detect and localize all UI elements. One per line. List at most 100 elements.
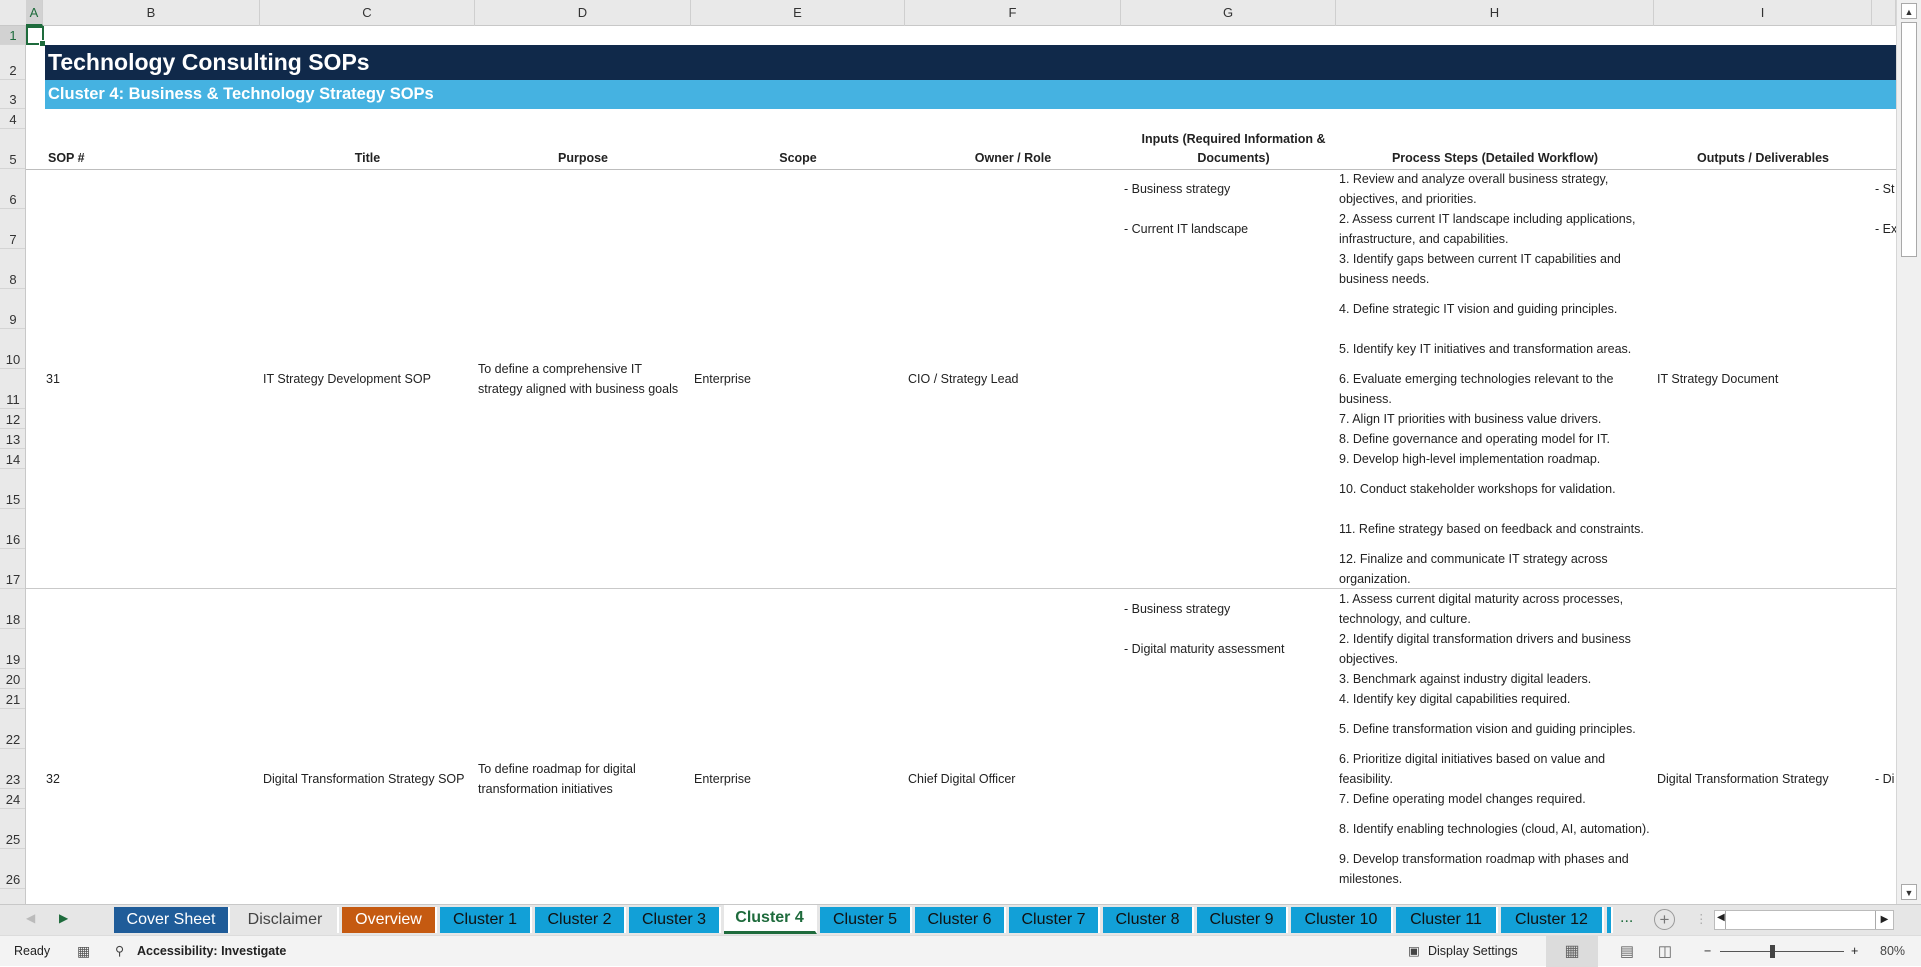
- sop-number-cell[interactable]: 31: [43, 169, 260, 588]
- row-header-18[interactable]: 18: [0, 589, 25, 629]
- process-step[interactable]: 7. Align IT priorities with business val…: [1336, 409, 1654, 429]
- input-item[interactable]: - Digital maturity assessment: [1121, 629, 1336, 669]
- column-j-cell[interactable]: - St: [1872, 169, 1896, 209]
- column-header-e[interactable]: E: [691, 0, 905, 26]
- sheet-tab-disclaimer[interactable]: Disclaimer: [233, 907, 339, 933]
- process-step[interactable]: 9. Develop transformation roadmap with p…: [1336, 849, 1654, 889]
- splitter-handle[interactable]: ⋮: [1695, 911, 1708, 926]
- row-header-13[interactable]: 13: [0, 429, 25, 449]
- worksheet-grid[interactable]: Technology Consulting SOPs Cluster 4: Bu…: [26, 26, 1896, 904]
- row-header-21[interactable]: 21: [0, 689, 25, 709]
- zoom-slider[interactable]: [1720, 945, 1844, 958]
- process-step[interactable]: 5. Define transformation vision and guid…: [1336, 709, 1654, 749]
- sheet-tab-overview[interactable]: Overview: [342, 907, 437, 933]
- hscroll-left-icon[interactable]: ◀: [1717, 912, 1725, 923]
- process-step[interactable]: 6. Prioritize digital initiatives based …: [1336, 749, 1654, 789]
- row-header-23[interactable]: 23: [0, 749, 25, 789]
- process-step[interactable]: 7. Define operating model changes requir…: [1336, 789, 1654, 809]
- zoom-in-button[interactable]: +: [1851, 936, 1858, 967]
- process-step[interactable]: 3. Benchmark against industry digital le…: [1336, 669, 1654, 689]
- owner-cell[interactable]: CIO / Strategy Lead: [905, 169, 1121, 588]
- row-header-26[interactable]: 26: [0, 849, 25, 889]
- title-cell[interactable]: IT Strategy Development SOP: [260, 169, 475, 588]
- zoom-slider-thumb[interactable]: [1770, 945, 1775, 958]
- process-step[interactable]: 12. Finalize and communicate IT strategy…: [1336, 549, 1654, 588]
- row-header-6[interactable]: 6: [0, 169, 25, 209]
- column-header-f[interactable]: F: [905, 0, 1121, 26]
- process-step[interactable]: 8. Identify enabling technologies (cloud…: [1336, 809, 1654, 849]
- hscroll-right-icon[interactable]: ▶: [1875, 911, 1893, 929]
- sheet-tab-cluster-1[interactable]: Cluster 1: [440, 907, 532, 933]
- input-item[interactable]: - Business strategy: [1121, 589, 1336, 629]
- outputs-cell[interactable]: Digital Transformation Strategy: [1654, 589, 1872, 904]
- column-header-c[interactable]: C: [260, 0, 475, 26]
- horizontal-scrollbar[interactable]: ◀ ▶: [1714, 910, 1894, 930]
- normal-view-icon[interactable]: ▦: [1546, 936, 1598, 967]
- sheet-tab-cover-sheet[interactable]: Cover Sheet: [114, 907, 230, 933]
- zoom-level[interactable]: 80%: [1880, 936, 1905, 967]
- process-step[interactable]: 1. Assess current digital maturity acros…: [1336, 589, 1654, 629]
- scope-cell[interactable]: Enterprise: [691, 589, 905, 904]
- row-header-17[interactable]: 17: [0, 549, 25, 589]
- sheet-tab-cluster-4[interactable]: Cluster 4: [724, 905, 817, 934]
- column-j-cell[interactable]: - Di: [1872, 589, 1896, 904]
- purpose-cell[interactable]: To define roadmap for digital transforma…: [475, 589, 691, 904]
- add-sheet-icon[interactable]: +: [1654, 909, 1675, 930]
- row-header-19[interactable]: 19: [0, 629, 25, 669]
- process-step[interactable]: 2. Identify digital transformation drive…: [1336, 629, 1654, 669]
- page-layout-view-icon[interactable]: ▤: [1612, 936, 1642, 967]
- column-header-a[interactable]: A: [26, 0, 43, 26]
- column-header-d[interactable]: D: [475, 0, 691, 26]
- row-header-8[interactable]: 8: [0, 249, 25, 289]
- row-header-9[interactable]: 9: [0, 289, 25, 329]
- sheet-tab-cluster-2[interactable]: Cluster 2: [535, 907, 626, 933]
- accessibility-status[interactable]: Accessibility: Investigate: [137, 936, 286, 967]
- vertical-scrollbar[interactable]: ▲ ▼: [1896, 0, 1921, 904]
- row-header-15[interactable]: 15: [0, 469, 25, 509]
- process-step[interactable]: 5. Identify key IT initiatives and trans…: [1336, 329, 1654, 369]
- row-header-5[interactable]: 5: [0, 129, 25, 169]
- process-step[interactable]: 1. Review and analyze overall business s…: [1336, 169, 1654, 209]
- sop-number-cell[interactable]: 32: [43, 589, 260, 904]
- column-header-i[interactable]: I: [1654, 0, 1872, 26]
- scope-cell[interactable]: Enterprise: [691, 169, 905, 588]
- tab-scroll-left-icon[interactable]: ◀: [26, 911, 35, 925]
- title-cell[interactable]: Digital Transformation Strategy SOP: [260, 589, 475, 904]
- sheet-tab-cluster-3[interactable]: Cluster 3: [629, 907, 721, 933]
- row-header-25[interactable]: 25: [0, 809, 25, 849]
- input-item[interactable]: - Business strategy: [1121, 169, 1336, 209]
- sheet-tab-cluster-10[interactable]: Cluster 10: [1291, 907, 1393, 933]
- row-header-12[interactable]: 12: [0, 409, 25, 429]
- sheet-tab-cluster-8[interactable]: Cluster 8: [1103, 907, 1194, 933]
- macro-record-icon[interactable]: ▦: [77, 936, 90, 967]
- process-step[interactable]: 6. Evaluate emerging technologies releva…: [1336, 369, 1654, 409]
- row-header-16[interactable]: 16: [0, 509, 25, 549]
- tab-scroll-right-icon[interactable]: ▶: [59, 911, 68, 925]
- sheet-tab-cluster-9[interactable]: Cluster 9: [1197, 907, 1288, 933]
- column-header-b[interactable]: B: [43, 0, 260, 26]
- row-header-10[interactable]: 10: [0, 329, 25, 369]
- process-step[interactable]: 4. Define strategic IT vision and guidin…: [1336, 289, 1654, 329]
- sheet-tab-cluster-7[interactable]: Cluster 7: [1009, 907, 1100, 933]
- process-step[interactable]: 11. Refine strategy based on feedback an…: [1336, 509, 1654, 549]
- row-header-14[interactable]: 14: [0, 449, 25, 469]
- row-header-11[interactable]: 11: [0, 369, 25, 409]
- process-step[interactable]: 3. Identify gaps between current IT capa…: [1336, 249, 1654, 289]
- outputs-cell[interactable]: IT Strategy Document: [1654, 169, 1872, 588]
- column-header-j[interactable]: [1872, 0, 1896, 26]
- process-step[interactable]: 4. Identify key digital capabilities req…: [1336, 689, 1654, 709]
- sheet-tab-cluster-5[interactable]: Cluster 5: [820, 907, 912, 933]
- process-step[interactable]: 9. Develop high-level implementation roa…: [1336, 449, 1654, 469]
- process-step[interactable]: 2. Assess current IT landscape including…: [1336, 209, 1654, 249]
- sheet-tab-partial[interactable]: [1607, 907, 1613, 933]
- process-step[interactable]: 10. Conduct stakeholder workshops for va…: [1336, 469, 1654, 509]
- row-header-24[interactable]: 24: [0, 789, 25, 809]
- column-header-h[interactable]: H: [1336, 0, 1654, 26]
- sheet-tab-cluster-6[interactable]: Cluster 6: [915, 907, 1006, 933]
- row-header-3[interactable]: 3: [0, 80, 25, 109]
- more-tabs-button[interactable]: ...: [1620, 909, 1633, 927]
- row-header-2[interactable]: 2: [0, 45, 25, 80]
- row-header-7[interactable]: 7: [0, 209, 25, 249]
- active-cell-a1[interactable]: [26, 26, 46, 47]
- owner-cell[interactable]: Chief Digital Officer: [905, 589, 1121, 904]
